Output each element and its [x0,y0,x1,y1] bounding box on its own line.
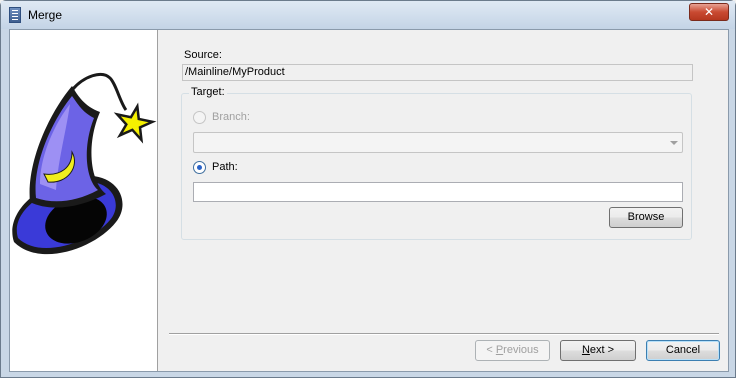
footer-separator [169,333,719,335]
previous-prefix: < [486,344,496,356]
title-bar[interactable]: Merge ✕ [1,1,735,29]
window-title: Merge [28,8,63,22]
next-button[interactable]: Next > [560,340,636,361]
merge-window: Merge ✕ Source: /Mainline/MyProduct Targ… [0,0,736,378]
path-radio[interactable] [193,161,206,174]
previous-button[interactable]: < Previous [475,340,550,361]
path-input[interactable] [193,182,683,202]
source-label: Source: [184,49,222,61]
target-group-label: Target: [189,86,227,98]
next-accesskey: N [581,344,590,356]
path-label: Path: [212,161,238,173]
wizard-hat-icon [12,73,157,255]
dialog-client-area: Source: /Mainline/MyProduct Target: Bran… [9,29,729,372]
browse-button[interactable]: Browse [609,207,683,228]
wizard-side-panel [10,30,158,371]
previous-rest: revious [503,344,539,356]
branch-radio[interactable] [193,111,206,124]
branch-dropdown[interactable] [193,132,683,153]
cancel-button[interactable]: Cancel [646,340,720,361]
chevron-down-icon [670,141,678,145]
source-field: /Mainline/MyProduct [182,64,693,81]
next-rest: ext > [589,344,615,356]
window-app-icon [9,7,21,23]
close-button[interactable]: ✕ [689,3,729,21]
branch-label: Branch: [212,111,250,123]
